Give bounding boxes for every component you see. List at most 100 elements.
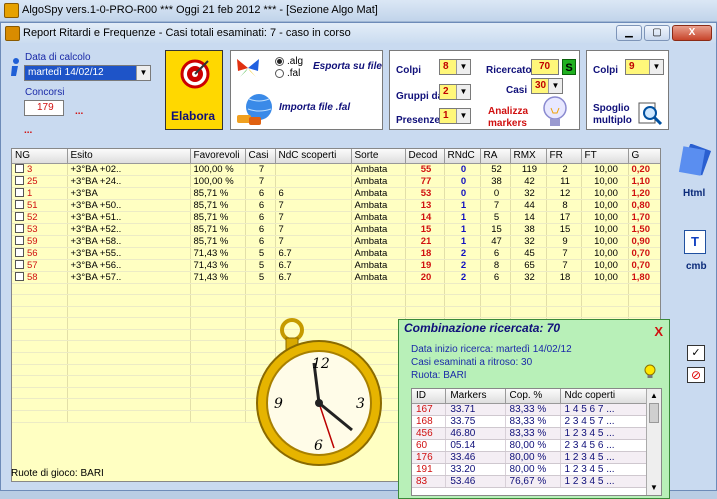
table-row[interactable]: 25 +3°BA +24.. 100,00 % 7 Ambata 77 0 38 42 11 10,… [12,175,660,188]
chevron-down-icon[interactable]: ▼ [136,66,150,80]
table-cell: 42 [510,175,547,188]
chevron-down-icon[interactable]: ▼ [456,109,470,123]
col-header[interactable]: Sorte [351,149,406,164]
more-dots-button[interactable]: ... [24,125,32,136]
colpi-select[interactable]: 8 ▼ [439,59,471,75]
table-row[interactable]: 56 +3°BA +55.. 71,43 % 5 6.7 Ambata 18 2 6 45 7 10,… [12,247,660,260]
check-button[interactable]: ✓ [687,345,705,361]
col-header[interactable]: RNdC [444,149,481,164]
marker-cell: 83,33 % [505,427,561,440]
hint-bulb-icon[interactable] [643,364,657,380]
marker-row[interactable]: 191 33.20 80,00 % 1 2 3 4 5 ... [412,463,661,476]
concorsi-input[interactable]: 179 [24,100,64,116]
table-row[interactable]: 57 +3°BA +56.. 71,43 % 5 6.7 Ambata 19 2 8 65 7 10,… [12,259,660,272]
row-checkbox[interactable] [15,175,24,185]
col-header[interactable]: G [628,149,660,164]
row-checkbox[interactable] [15,223,24,233]
close-button[interactable]: X [672,25,712,41]
col-header[interactable]: ID [412,389,447,404]
table-cell: 17 [546,211,582,224]
marker-row[interactable]: 176 33.46 80,00 % 1 2 3 4 5 ... [412,451,661,464]
export-file-button[interactable]: Esporta su file [313,61,382,72]
presenze-select[interactable]: 1 ▼ [439,108,471,124]
row-checkbox[interactable] [15,259,24,269]
spoglio-colpi-select[interactable]: 9 ▼ [625,59,664,75]
ricercato-input[interactable]: 70 [531,59,559,75]
magnifier-icon[interactable] [637,101,663,127]
concorsi-more-button[interactable]: ... [75,106,83,117]
table-row[interactable]: 58 +3°BA +57.. 71,43 % 5 6.7 Ambata 20 2 6 32 18 10… [12,271,660,284]
table-cell: 10,00 [581,163,629,176]
table-row[interactable]: 53 +3°BA +52.. 85,71 % 6 7 Ambata 15 1 15 38 15 10,… [12,223,660,236]
import-file-button[interactable]: Importa file .fal [279,102,350,113]
marker-row[interactable]: 456 46.80 83,33 % 1 2 3 4 5 ... [412,427,661,440]
elabora-button[interactable]: Elabora [165,50,223,130]
gruppi-label: Gruppi da [396,91,444,102]
marker-row[interactable]: 60 05.14 80,00 % 2 3 4 5 6 ... [412,439,661,452]
col-header[interactable]: FR [546,149,582,164]
table-cell: 8 [480,259,511,272]
row-checkbox[interactable] [15,271,24,281]
table-row[interactable]: 1 +3°BA 85,71 % 6 6 Ambata 53 0 0 32 12 10,00 1,20 [12,187,660,200]
col-header[interactable]: Casi [245,149,276,164]
col-header[interactable]: Favorevoli [190,149,246,164]
empty-cell [12,410,68,423]
col-header[interactable]: Decod [405,149,445,164]
cell-text: 1 [460,199,467,211]
col-header[interactable]: Markers [445,389,506,404]
cell-text: Ambata [354,271,388,283]
table-cell: 10,00 [581,175,629,188]
maximize-button[interactable]: ▢ [644,25,670,41]
popup-close-button[interactable]: X [654,324,663,339]
col-header[interactable]: Esito [67,149,191,164]
spoglio-multiplo-button[interactable]: Spoglio multiplo [593,103,633,127]
row-checkbox[interactable] [15,187,24,197]
col-header[interactable]: Cop. % [505,389,561,404]
table-row[interactable]: 3 +3°BA +02.. 100,00 % 7 Ambata 55 0 52 119 2 10,0… [12,163,660,176]
table-row[interactable]: 51 +3°BA +50.. 85,71 % 6 7 Ambata 13 1 7 44 8 10,00… [12,199,660,212]
cmb-icon[interactable]: T [684,230,706,254]
s-button[interactable]: S [562,59,576,75]
empty-cell [12,364,68,377]
chevron-down-icon[interactable]: ▼ [548,79,562,93]
table-cell: 10,00 [581,211,629,224]
marker-row[interactable]: 83 53.46 76,67 % 1 2 3 4 5 ... [412,475,661,488]
row-checkbox[interactable] [15,199,24,209]
table-row[interactable]: 52 +3°BA +51.. 85,71 % 6 7 Ambata 14 1 5 14 17 10,0… [12,211,660,224]
radio-fal[interactable] [275,69,284,78]
html-export-icon[interactable] [677,144,713,176]
casi-select[interactable]: 30 ▼ [531,78,563,94]
chevron-down-icon[interactable]: ▼ [456,85,470,99]
table-cell: 1,50 [628,223,660,236]
row-checkbox[interactable] [15,211,24,221]
html-label[interactable]: Html [683,188,705,199]
empty-cell [12,375,68,388]
popup-scrollbar[interactable]: ▲ ▼ [646,389,661,495]
marker-row[interactable]: 167 33.71 83,33 % 1 4 5 6 7 ... [412,403,661,416]
cmb-label[interactable]: cmb [686,261,707,272]
col-header[interactable]: RMX [510,149,547,164]
empty-cell [444,283,481,296]
col-header[interactable]: FT [581,149,629,164]
analizza-markers-button[interactable]: Analizza markers [488,106,538,130]
forbid-button[interactable]: ⊘ [687,367,705,383]
radio-alg[interactable] [275,57,284,66]
table-row[interactable]: 59 +3°BA +58.. 85,71 % 6 7 Ambata 21 1 47 32 9 10,0… [12,235,660,248]
marker-cell: 83,33 % [505,403,561,416]
date-select[interactable]: martedì 14/02/12 ▼ [24,65,151,81]
chevron-down-icon[interactable]: ▼ [649,60,663,74]
row-checkbox[interactable] [15,163,24,173]
chevron-down-icon[interactable]: ▼ [456,60,470,74]
col-header[interactable]: NG [12,149,68,164]
col-header[interactable]: RA [480,149,511,164]
row-checkbox[interactable] [15,247,24,257]
gruppi-select[interactable]: 2 ▼ [439,84,471,100]
marker-row[interactable]: 168 33.75 83,33 % 2 3 4 5 7 ... [412,415,661,428]
lightbulb-icon[interactable] [540,95,570,129]
app-icon [4,3,19,18]
col-header[interactable]: NdC scoperti [275,149,352,164]
empty-cell [546,294,582,307]
row-checkbox[interactable] [15,235,24,245]
minimize-button[interactable]: ▁ [616,25,642,41]
spoglio-colpi-value: 9 [629,61,635,72]
